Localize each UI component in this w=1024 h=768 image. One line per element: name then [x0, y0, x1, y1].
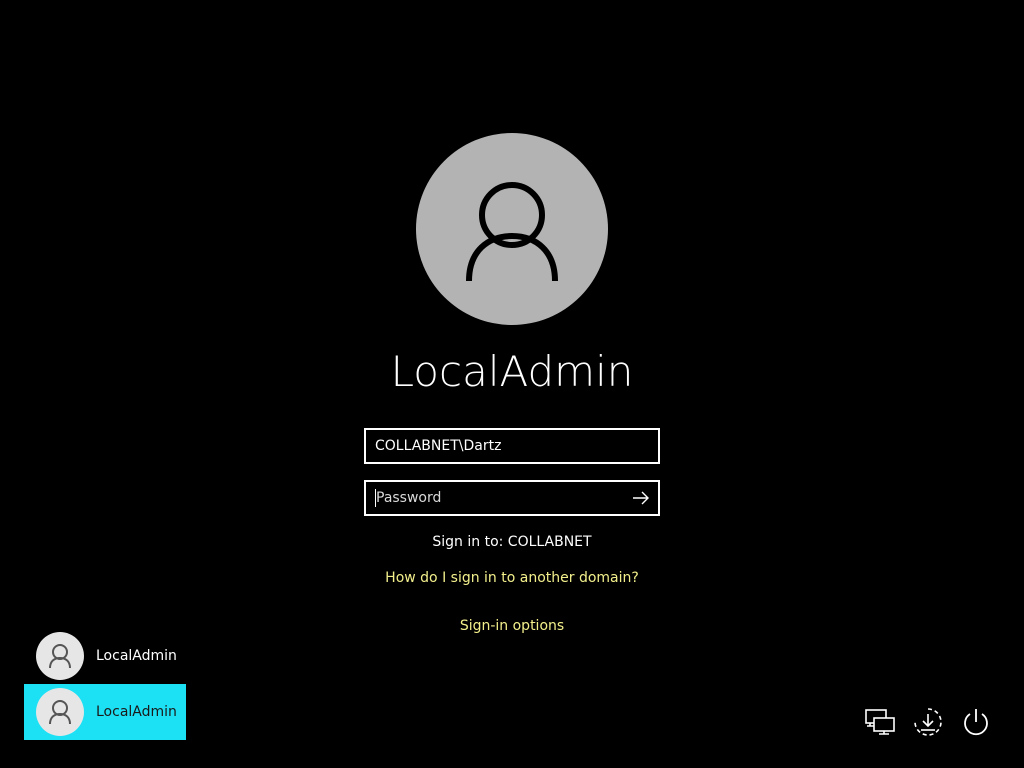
network-icon: [865, 709, 895, 735]
user-tile[interactable]: LocalAdmin: [24, 628, 186, 684]
lock-screen: LocalAdmin COLLABNET\Dartz Password Sign…: [0, 0, 1024, 768]
arrow-right-icon: [633, 491, 649, 505]
user-avatar-large: [416, 133, 608, 325]
person-icon: [49, 644, 71, 669]
password-placeholder: Password: [376, 490, 442, 506]
person-icon: [49, 700, 71, 725]
avatar: [36, 632, 84, 680]
submit-button[interactable]: [624, 482, 658, 514]
user-tile-selected[interactable]: LocalAdmin: [24, 684, 186, 740]
power-button[interactable]: [958, 704, 994, 740]
account-name: LocalAdmin: [390, 347, 634, 396]
other-domain-link[interactable]: How do I sign in to another domain?: [312, 568, 712, 588]
network-button[interactable]: [862, 704, 898, 740]
user-tile-name: LocalAdmin: [96, 704, 177, 720]
sign-in-options-link[interactable]: Sign-in options: [312, 616, 712, 636]
user-tile-name: LocalAdmin: [96, 648, 177, 664]
sign-in-domain-text: Sign in to: COLLABNET: [432, 534, 592, 550]
password-field[interactable]: Password: [364, 480, 660, 516]
ease-of-access-icon: [914, 708, 942, 736]
ease-of-access-button[interactable]: [910, 704, 946, 740]
username-field[interactable]: COLLABNET\Dartz: [364, 428, 660, 464]
username-value: COLLABNET\Dartz: [375, 438, 502, 454]
person-icon: [466, 182, 558, 282]
avatar: [36, 688, 84, 736]
power-icon: [964, 709, 988, 736]
